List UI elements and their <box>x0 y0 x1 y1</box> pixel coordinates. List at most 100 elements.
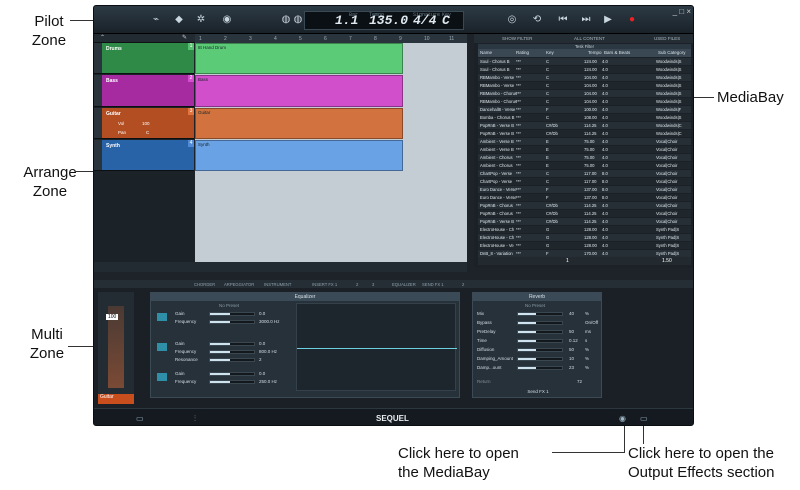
track-synth[interactable]: Synth 4 <box>94 140 194 171</box>
eq-slider[interactable] <box>209 320 255 324</box>
view-icon[interactable]: ▭ <box>136 414 144 423</box>
eq-band-toggle[interactable] <box>157 313 167 321</box>
mediabay-row[interactable]: ElectroHouse - Ch *** G 128.00 4.0 Synth Pad|… <box>478 234 691 241</box>
mediabay-row[interactable]: PopRnB - Verse B *** C#/Db 114.25 4.0 Woodwin… <box>478 130 691 137</box>
mediabay-row[interactable]: Soul - Chorus B *** C 124.00 4.0 Woodwinds|S <box>478 66 691 73</box>
mediabay-row[interactable]: Ambient - Chorus *** E 75.00 4.0 Vocal|Choir <box>478 154 691 161</box>
forward-icon[interactable]: ⏭ <box>579 13 593 27</box>
record-icon[interactable]: ● <box>625 13 639 27</box>
multi-tab[interactable]: INSERT FX 1 <box>312 282 337 287</box>
mediabay-row[interactable]: RBMambo - Chorus *** C 104.00 4.0 Woodwinds|S <box>478 90 691 97</box>
multi-tab[interactable]: 3 <box>372 282 374 287</box>
mediabay-row[interactable]: Dancehall8 - Verse *** F 100.00 4.0 Woodwinds… <box>478 106 691 113</box>
eq-slider[interactable] <box>209 350 255 354</box>
mediabay-row[interactable]: RBMambo - Chorus *** C 104.00 4.0 Woodwinds|S <box>478 98 691 105</box>
tab-all-content[interactable]: ALL CONTENT <box>574 36 605 41</box>
mediabay-row[interactable]: RBMambo - Verse *** C 104.00 4.0 Woodwinds|S <box>478 74 691 81</box>
pencil-tool-icon[interactable]: ✎ <box>182 34 187 41</box>
multi-tab[interactable]: ARPEGGIATOR <box>224 282 254 287</box>
mediabay-row[interactable]: DnB_8 - Variation *** F 170.00 4.0 Synth Pad|… <box>478 250 691 257</box>
rewind-icon[interactable]: ⏮ <box>556 13 570 27</box>
col-bars[interactable]: Bars & Beats <box>604 50 630 55</box>
pointer-tool-icon[interactable]: ⌃ <box>100 34 105 41</box>
reverb-slider[interactable] <box>517 366 563 370</box>
reverb-slider[interactable] <box>517 321 563 325</box>
track-bass[interactable]: Bass 2 <box>94 75 194 107</box>
record-mode-icon[interactable]: ◎ <box>505 13 519 27</box>
multi-tab[interactable]: 2 <box>356 282 358 287</box>
fader-value[interactable]: 100 <box>106 314 119 320</box>
part-guitar[interactable]: Guitar <box>195 108 403 139</box>
mediabay-row[interactable]: ChartPop - Verse *** C 117.00 8.0 Vocal|Choir <box>478 170 691 177</box>
window-controls[interactable]: _ □ × <box>673 7 691 16</box>
track-drums[interactable]: Drums 1 <box>94 43 194 74</box>
mediabay-row[interactable]: RBMambo - Verse *** C 104.00 4.0 Woodwinds|S <box>478 82 691 89</box>
mediabay-row[interactable]: PopRnB - Verse B *** C#/Db 114.25 4.0 Woodwin… <box>478 122 691 129</box>
eq-slider[interactable] <box>209 380 255 384</box>
multi-tab[interactable]: EQUALIZER <box>392 282 416 287</box>
box-icon[interactable]: ◆ <box>172 13 186 27</box>
mediabay-row[interactable]: PopRnB - Chorus *** C#/Db 114.25 4.0 Vocal|Ch… <box>478 210 691 217</box>
eq-slider[interactable] <box>209 312 255 316</box>
reverb-slider[interactable] <box>517 312 563 316</box>
tab-used-files[interactable]: USED FILES <box>654 36 680 41</box>
col-subcategory[interactable]: Sub Category <box>658 50 686 55</box>
pan-value[interactable]: C <box>146 130 149 135</box>
mediabay-cell: Synth Pad|S <box>656 227 680 232</box>
mediabay-row[interactable]: ChartPop - Verse *** C 117.00 8.0 Vocal|Choir <box>478 178 691 185</box>
eq-slider[interactable] <box>209 372 255 376</box>
part-drums[interactable]: 8t Hand Drum <box>195 43 403 74</box>
eq-band-toggle[interactable] <box>157 373 167 381</box>
mediabay-row[interactable]: Ambient - Chorus *** E 75.00 4.0 Vocal|Choir <box>478 162 691 169</box>
mediabay-row[interactable]: Bomba - Chorus B *** C 108.00 4.0 Woodwinds|S <box>478 114 691 121</box>
return-value[interactable]: 72 <box>577 379 582 384</box>
tuner-icon[interactable]: ⌁ <box>149 13 163 27</box>
mediabay-row[interactable]: PopRnB - Verse B *** C#/Db 114.25 4.0 Vocal|C… <box>478 218 691 225</box>
reverb-slider[interactable] <box>517 348 563 352</box>
col-rating[interactable]: Rating <box>516 50 529 55</box>
loop-icon[interactable]: ⟲ <box>530 13 544 27</box>
play-icon[interactable]: ▶ <box>601 13 615 27</box>
eq-slider[interactable] <box>209 342 255 346</box>
mediabay-row[interactable]: Euro Dance - Verse *** F 137.00 8.0 Vocal|Cho… <box>478 186 691 193</box>
eq-band-toggle[interactable] <box>157 343 167 351</box>
mediabay-row[interactable]: Euro Dance - Verse *** F 137.00 8.0 Vocal|Cho… <box>478 194 691 201</box>
speaker-icon[interactable]: ◉ <box>220 13 234 27</box>
multi-tab[interactable]: SEND FX 1 <box>422 282 444 287</box>
key-value[interactable]: C <box>442 13 450 28</box>
multi-tab[interactable]: INSTRUMENT <box>264 282 291 287</box>
click-icon[interactable]: ◍ <box>291 13 305 27</box>
eq-graph[interactable] <box>296 303 457 391</box>
mediabay-row[interactable]: PopRnB - Chorus *** C#/Db 114.25 4.0 Vocal|Ch… <box>478 202 691 209</box>
ruler[interactable]: 1 2 3 4 5 6 7 8 9 10 11 <box>195 34 467 43</box>
reverb-slider[interactable] <box>517 330 563 334</box>
bar-value[interactable]: 1.1 <box>335 13 358 28</box>
multi-tab[interactable]: 2 <box>462 282 464 287</box>
vol-value[interactable]: 100 <box>142 121 150 126</box>
mixer-icon[interactable]: ⫶ <box>194 414 196 424</box>
reverb-preset[interactable]: No Preset <box>525 303 545 308</box>
output-effects-icon[interactable]: ▭ <box>640 414 648 423</box>
mediabay-row[interactable]: Ambient - Verse B *** E 75.00 4.0 Vocal|Choir <box>478 146 691 153</box>
part-bass[interactable]: Bass <box>195 75 403 107</box>
eq-preset[interactable]: No Preset <box>219 303 239 308</box>
mediabay-row[interactable]: ElectroHouse - Ve *** G 128.00 4.0 Synth Pad|… <box>478 242 691 249</box>
reverb-slider[interactable] <box>517 339 563 343</box>
tempo-value[interactable]: 135.0 <box>369 13 408 28</box>
track-guitar[interactable]: Guitar 3 Vol 100 Pan C <box>94 108 194 139</box>
reverb-slider[interactable] <box>517 357 563 361</box>
mediabay-row[interactable]: Soul - Chorus B *** C 124.00 4.0 Woodwinds|S <box>478 58 691 65</box>
mediabay-row[interactable]: Ambient - Verse B *** E 75.00 4.0 Vocal|Choir <box>478 138 691 145</box>
tab-show-filter[interactable]: SHOW FILTER <box>502 36 532 41</box>
mediabay-row[interactable]: ElectroHouse - Ch *** G 128.00 4.0 Synth Pad|… <box>478 226 691 233</box>
mediabay-open-icon[interactable]: ◉ <box>619 414 626 423</box>
preview-volume[interactable]: 1.50 <box>662 258 672 264</box>
eq-slider[interactable] <box>209 358 255 362</box>
col-key[interactable]: Key <box>546 50 554 55</box>
multi-tab[interactable]: CHORDER <box>194 282 215 287</box>
signature-value[interactable]: 4/4 <box>413 13 436 28</box>
col-tempo[interactable]: Tempo <box>588 50 602 55</box>
col-name[interactable]: Name <box>480 50 492 55</box>
gear-icon[interactable]: ✲ <box>194 13 208 27</box>
part-synth[interactable]: Synth <box>195 140 403 171</box>
